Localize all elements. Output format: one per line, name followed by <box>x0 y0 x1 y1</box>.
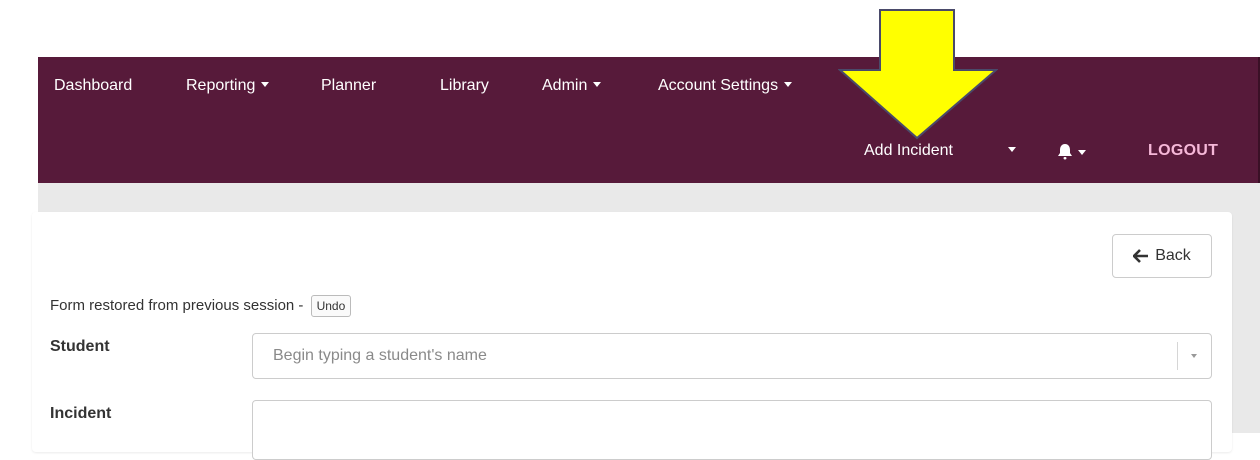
bell-icon <box>1058 144 1086 160</box>
back-button[interactable]: Back <box>1112 234 1212 278</box>
student-select[interactable]: Begin typing a student's name <box>252 333 1212 379</box>
notifications-button[interactable] <box>1058 142 1098 162</box>
form-restored-text: Form restored from previous session - <box>50 296 304 314</box>
nav-reporting[interactable]: Reporting <box>186 76 270 96</box>
nav-admin[interactable]: Admin <box>542 76 602 96</box>
select-divider <box>1177 342 1178 370</box>
nav-admin-label: Admin <box>542 77 588 94</box>
add-incident-link[interactable]: Add Incident <box>864 141 953 161</box>
add-incident-dropdown[interactable] <box>1002 141 1016 161</box>
nav-dashboard[interactable]: Dashboard <box>54 76 132 96</box>
top-navbar: Dashboard Reporting Planner Library Admi… <box>38 57 1260 183</box>
incident-field[interactable] <box>252 400 1212 460</box>
nav-reporting-label: Reporting <box>186 77 256 94</box>
chevron-down-icon <box>593 82 602 88</box>
chevron-down-icon <box>261 82 270 88</box>
incident-label: Incident <box>50 405 112 422</box>
nav-library[interactable]: Library <box>440 76 489 96</box>
back-button-label: Back <box>1155 247 1191 264</box>
chevron-down-icon[interactable] <box>1191 354 1197 358</box>
annotation-arrow <box>838 9 998 140</box>
nav-account-settings[interactable]: Account Settings <box>658 76 793 96</box>
chevron-down-icon <box>1008 147 1016 153</box>
student-label: Student <box>50 338 110 355</box>
student-placeholder: Begin typing a student's name <box>273 347 487 364</box>
nav-planner[interactable]: Planner <box>321 76 376 96</box>
nav-account-settings-label: Account Settings <box>658 77 779 94</box>
chevron-down-icon <box>784 82 793 88</box>
undo-button[interactable]: Undo <box>310 295 352 317</box>
form-restored-notice: Form restored from previous session - Un… <box>50 295 352 317</box>
logout-link[interactable]: LOGOUT <box>1148 141 1218 161</box>
arrow-left-icon <box>1133 249 1149 263</box>
